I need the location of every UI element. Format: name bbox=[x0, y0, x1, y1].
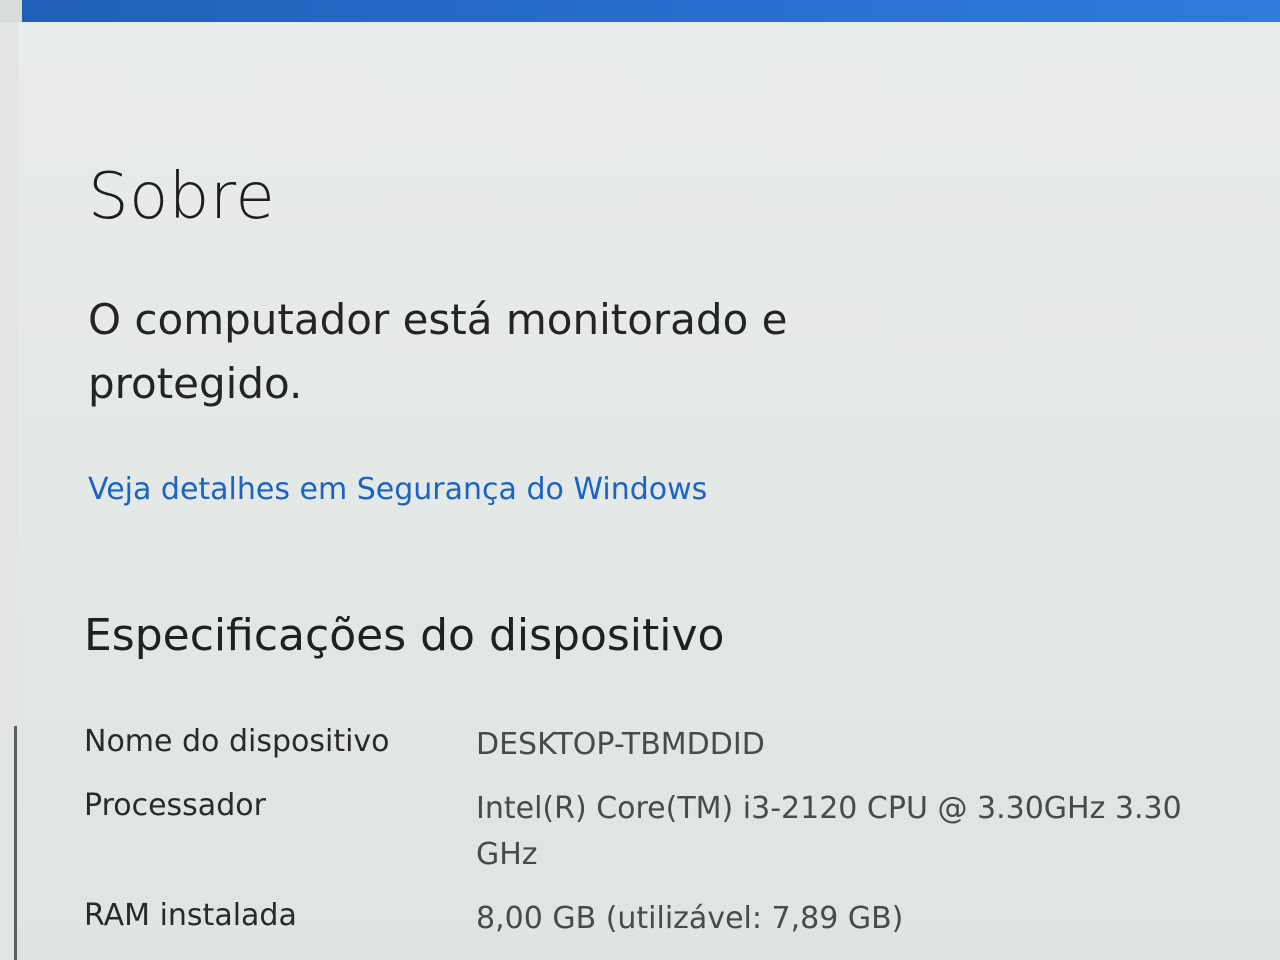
spec-label-device-name: Nome do dispositivo bbox=[84, 724, 390, 759]
scrollbar-thumb[interactable] bbox=[14, 726, 17, 960]
window-title-bar bbox=[0, 0, 1280, 22]
spec-value-ram[interactable]: 8,00 GB (utilizável: 7,89 GB) bbox=[476, 896, 1246, 942]
spec-label-ram: RAM instalada bbox=[84, 898, 297, 933]
page-title: Sobre bbox=[88, 160, 276, 234]
windows-security-link[interactable]: Veja detalhes em Segurança do Windows bbox=[88, 472, 707, 507]
window-corner bbox=[0, 0, 22, 22]
spec-value-processor[interactable]: Intel(R) Core(TM) i3-2120 CPU @ 3.30GHz … bbox=[476, 786, 1246, 878]
protection-status-text: O computador está monitorado e protegido… bbox=[88, 295, 788, 408]
spec-value-device-name[interactable]: DESKTOP-TBMDDID bbox=[476, 722, 1246, 768]
spec-label-processor: Processador bbox=[84, 788, 266, 823]
device-specifications-heading: Especificações do dispositivo bbox=[84, 610, 725, 661]
